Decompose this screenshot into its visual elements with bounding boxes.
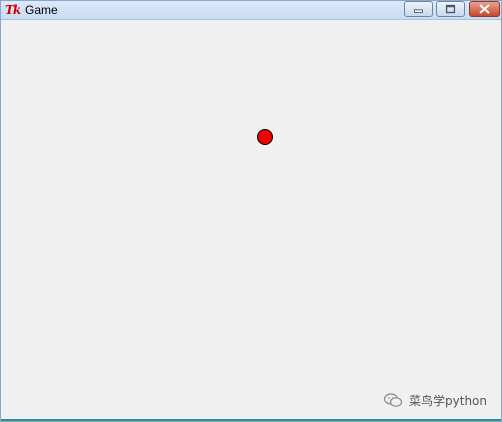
minimize-button[interactable] xyxy=(404,1,433,17)
maximize-icon xyxy=(445,4,456,14)
maximize-button[interactable] xyxy=(436,1,465,17)
watermark: 菜鸟学python xyxy=(383,391,487,409)
close-button[interactable] xyxy=(469,1,500,17)
title-bar[interactable]: Tk Game xyxy=(1,1,501,20)
tk-icon: Tk xyxy=(5,3,21,17)
window-title: Game xyxy=(25,3,58,17)
ball xyxy=(257,129,273,145)
wechat-logo-icon xyxy=(383,393,403,407)
minimize-icon xyxy=(414,9,423,13)
close-icon xyxy=(479,4,490,14)
game-canvas[interactable]: 菜鸟学python xyxy=(1,20,501,420)
watermark-text: 菜鸟学python xyxy=(409,393,487,408)
window-bottom-border xyxy=(1,419,501,421)
game-window: Tk Game 菜鸟学python xyxy=(0,0,502,422)
